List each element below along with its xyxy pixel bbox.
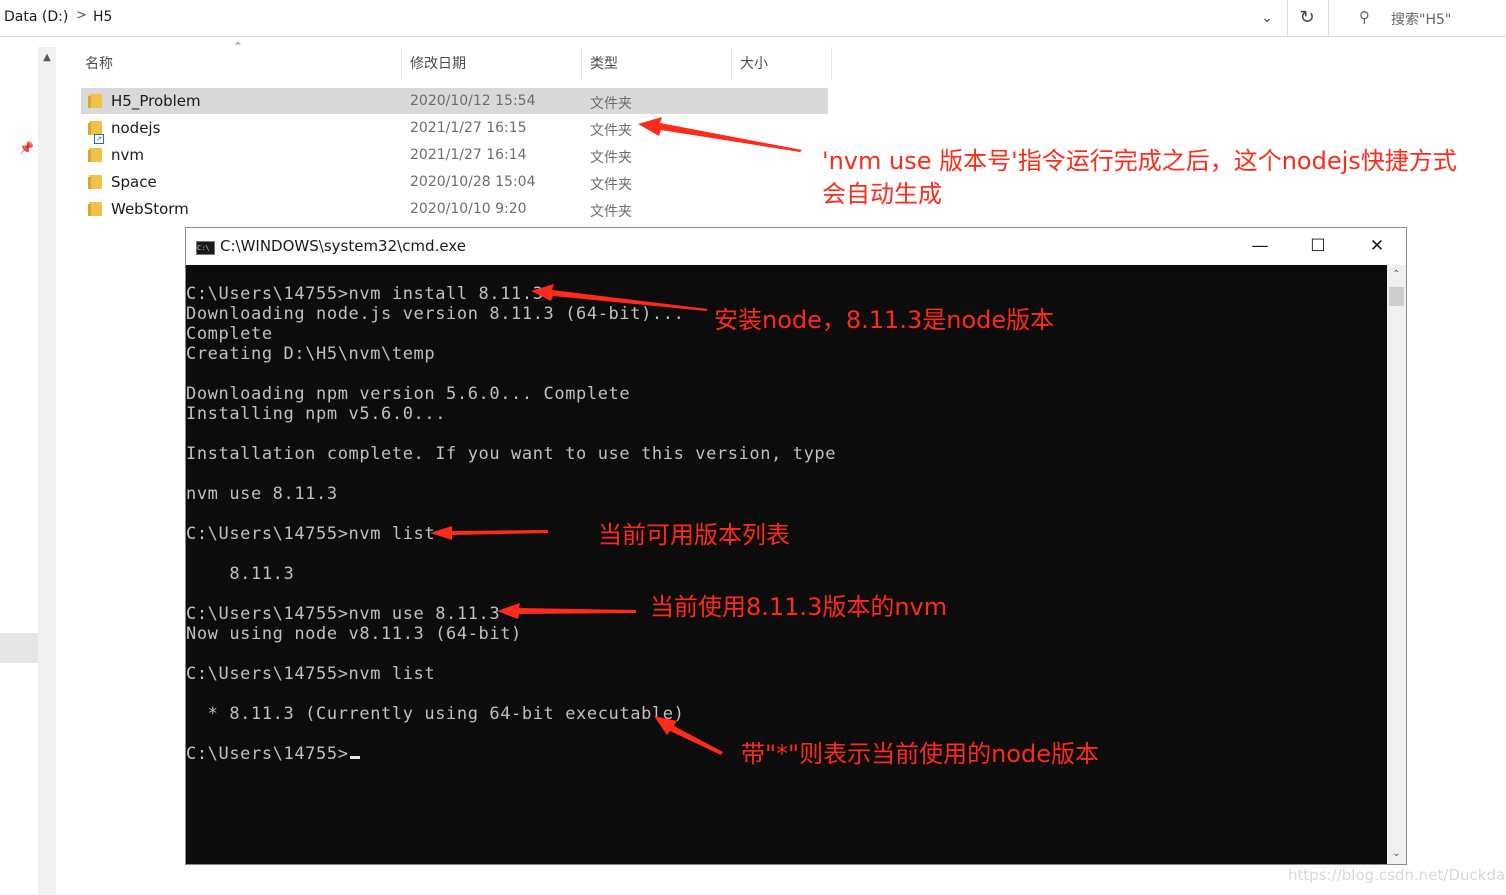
search-input[interactable]: ⚲ 搜索"H5" bbox=[1341, 0, 1506, 36]
scroll-up-icon[interactable]: ▲ bbox=[38, 47, 56, 69]
scroll-down-icon[interactable]: ⌄ bbox=[1387, 844, 1406, 864]
console-line: nvm use 8.11.3 bbox=[186, 484, 338, 504]
refresh-icon[interactable]: ↻ bbox=[1294, 6, 1320, 30]
console-line: Installing npm v5.6.0... bbox=[186, 404, 447, 424]
file-name: H5_Problem bbox=[111, 92, 201, 110]
file-name: Space bbox=[111, 173, 157, 191]
text-cursor bbox=[349, 756, 360, 759]
file-row[interactable]: WebStorm 2020/10/10 9:20 文件夹 bbox=[81, 196, 828, 222]
file-date: 2020/10/12 15:54 bbox=[410, 93, 536, 109]
scroll-up-icon[interactable]: ⌃ bbox=[1387, 265, 1406, 285]
console-line: * 8.11.3 (Currently using 64-bit executa… bbox=[186, 704, 685, 724]
console-line: Creating D:\H5\nvm\temp bbox=[186, 344, 436, 364]
console-line: C:\Users\14755>nvm list bbox=[186, 664, 436, 684]
console-scrollbar[interactable]: ⌃ ⌄ bbox=[1387, 265, 1406, 864]
nav-scrollbar[interactable]: ▲ bbox=[38, 47, 56, 895]
console-output[interactable]: C:\Users\14755>nvm install 8.11.3 Downlo… bbox=[186, 265, 1386, 863]
file-name: nodejs bbox=[111, 119, 161, 137]
annotation-use: 当前使用8.11.3版本的nvm bbox=[650, 593, 948, 621]
column-header-size[interactable]: 大小 bbox=[740, 47, 768, 81]
file-date: 2021/1/27 16:15 bbox=[410, 120, 527, 136]
console-line: Downloading npm version 5.6.0... Complet… bbox=[186, 384, 631, 404]
scrollbar-thumb[interactable] bbox=[1389, 287, 1404, 306]
console-line: C:\Users\14755>nvm use 8.11.3 bbox=[186, 604, 501, 624]
file-row[interactable]: nvm 2021/1/27 16:14 文件夹 bbox=[81, 142, 828, 168]
file-type: 文件夹 bbox=[590, 96, 632, 112]
cmd-title-bar[interactable]: C:\ C:\WINDOWS\system32\cmd.exe — ☐ ✕ bbox=[186, 228, 1406, 265]
file-date: 2020/10/28 15:04 bbox=[410, 174, 536, 190]
file-date: 2021/1/27 16:14 bbox=[410, 147, 527, 163]
console-line: Now using node v8.11.3 (64-bit) bbox=[186, 624, 522, 644]
annotation-shortcut: 'nvm use 版本号'指令运行完成之后，这个nodejs快捷方式 bbox=[822, 147, 1457, 175]
search-placeholder: 搜索"H5" bbox=[1391, 12, 1452, 28]
folder-shortcut-icon: ↗ bbox=[88, 121, 104, 144]
console-line: Installation complete. If you want to us… bbox=[186, 444, 837, 464]
console-prompt-line[interactable]: C:\Users\14755> bbox=[186, 744, 360, 764]
divider bbox=[1287, 0, 1288, 36]
file-type: 文件夹 bbox=[590, 204, 632, 220]
breadcrumb-separator[interactable]: > bbox=[76, 8, 87, 23]
column-divider[interactable] bbox=[731, 47, 732, 81]
file-row[interactable]: ↗ nodejs 2021/1/27 16:15 文件夹 bbox=[81, 115, 828, 144]
watermark: https://blog.csdn.net/Duckdan bbox=[1288, 866, 1506, 884]
file-type: 文件夹 bbox=[590, 177, 632, 193]
folder-icon bbox=[88, 175, 102, 189]
annotation-shortcut-line2: 会自动生成 bbox=[822, 180, 942, 208]
minimize-button[interactable]: — bbox=[1231, 228, 1289, 265]
file-date: 2020/10/10 9:20 bbox=[410, 201, 527, 217]
column-header-name[interactable]: 名称 bbox=[85, 47, 113, 81]
file-row[interactable]: Space 2020/10/28 15:04 文件夹 bbox=[81, 169, 828, 195]
address-bar[interactable]: Data (D:) > H5 ⌄ ↻ ⚲ 搜索"H5" bbox=[0, 0, 1506, 37]
console-line: Downloading node.js version 8.11.3 (64-b… bbox=[186, 304, 685, 324]
column-divider[interactable] bbox=[581, 47, 582, 81]
address-dropdown-icon[interactable]: ⌄ bbox=[1254, 6, 1280, 30]
cmd-app-icon: C:\ bbox=[196, 241, 215, 255]
annotation-star: 带"*"则表示当前使用的node版本 bbox=[741, 740, 1099, 768]
file-type: 文件夹 bbox=[590, 123, 632, 139]
file-name: nvm bbox=[111, 146, 144, 164]
folder-icon bbox=[88, 148, 102, 162]
console-line: C:\Users\14755>nvm list bbox=[186, 524, 436, 544]
pin-icon[interactable]: 📌 bbox=[19, 141, 34, 155]
folder-icon bbox=[88, 94, 102, 108]
column-divider[interactable] bbox=[831, 47, 832, 81]
scrollbar-thumb[interactable] bbox=[40, 71, 54, 891]
folder-icon bbox=[88, 202, 102, 216]
divider bbox=[1328, 0, 1329, 36]
close-button[interactable]: ✕ bbox=[1348, 228, 1406, 265]
console-line: C:\Users\14755>nvm install 8.11.3 bbox=[186, 284, 544, 304]
file-row[interactable]: H5_Problem 2020/10/12 15:54 文件夹 bbox=[81, 88, 828, 114]
column-header-date[interactable]: 修改日期 bbox=[410, 47, 466, 81]
console-prompt: C:\Users\14755> bbox=[186, 744, 349, 764]
sort-ascending-icon: ⌃ bbox=[233, 40, 244, 54]
column-divider[interactable] bbox=[401, 47, 402, 81]
navigation-pane[interactable]: 📌 bbox=[0, 37, 38, 895]
search-icon: ⚲ bbox=[1359, 8, 1370, 26]
annotation-list: 当前可用版本列表 bbox=[598, 521, 790, 549]
nav-selected-item[interactable] bbox=[0, 633, 38, 663]
column-header-type[interactable]: 类型 bbox=[590, 47, 618, 81]
annotation-install: 安装node，8.11.3是node版本 bbox=[714, 306, 1055, 334]
console-line: Complete bbox=[186, 324, 273, 344]
maximize-button[interactable]: ☐ bbox=[1289, 228, 1347, 265]
breadcrumb-folder[interactable]: H5 bbox=[93, 9, 112, 25]
breadcrumb-drive[interactable]: Data (D:) bbox=[4, 9, 68, 25]
file-type: 文件夹 bbox=[590, 150, 632, 166]
file-name: WebStorm bbox=[111, 200, 189, 218]
cmd-window-title: C:\WINDOWS\system32\cmd.exe bbox=[220, 237, 466, 255]
console-line: 8.11.3 bbox=[186, 564, 295, 584]
